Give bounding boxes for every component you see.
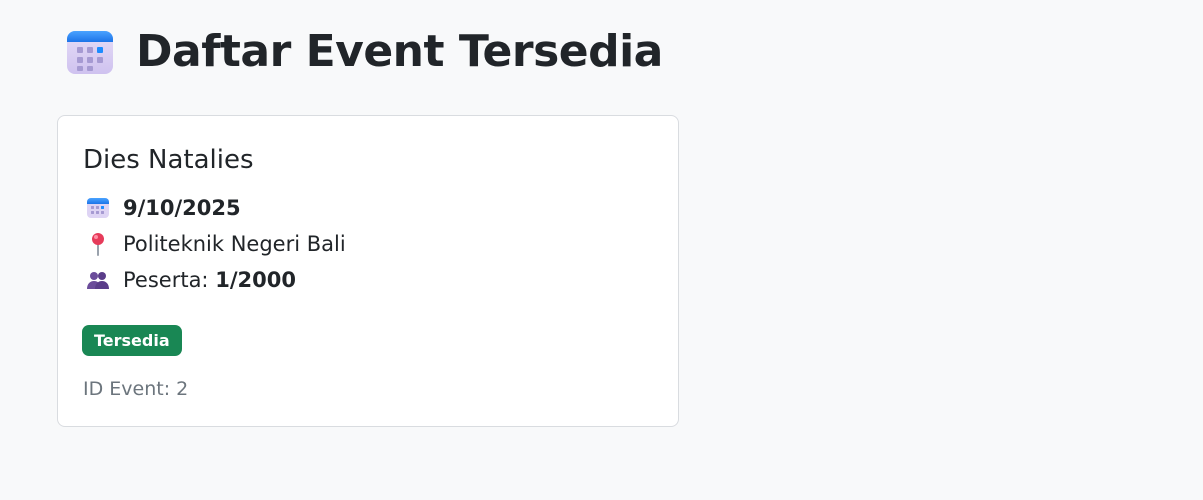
page-title: Daftar Event Tersedia — [136, 26, 663, 77]
people-icon — [87, 272, 109, 289]
page-header: Daftar Event Tersedia — [64, 24, 663, 80]
calendar-icon — [67, 31, 113, 74]
participants-label: Peserta: — [123, 268, 209, 292]
event-date-row: 9/10/2025 — [86, 194, 241, 222]
event-card: Dies Natalies 9/10/2025 Politeknik Neger… — [57, 115, 679, 427]
event-list-page: Daftar Event Tersedia Dies Natalies 9/10… — [0, 0, 1203, 500]
event-location-row: Politeknik Negeri Bali — [86, 230, 346, 258]
participants-count: 1/2000 — [215, 268, 296, 292]
event-date: 9/10/2025 — [123, 196, 241, 220]
status-badge: Tersedia — [82, 325, 182, 356]
event-id-value: 2 — [176, 378, 189, 400]
event-id: ID Event: 2 — [83, 376, 188, 402]
event-title: Dies Natalies — [83, 145, 254, 175]
event-id-label: ID Event: — [83, 378, 171, 400]
event-participants-row: Peserta: 1/2000 — [86, 266, 296, 294]
event-location: Politeknik Negeri Bali — [123, 232, 346, 256]
calendar-icon — [87, 198, 109, 218]
pushpin-icon — [92, 233, 104, 256]
